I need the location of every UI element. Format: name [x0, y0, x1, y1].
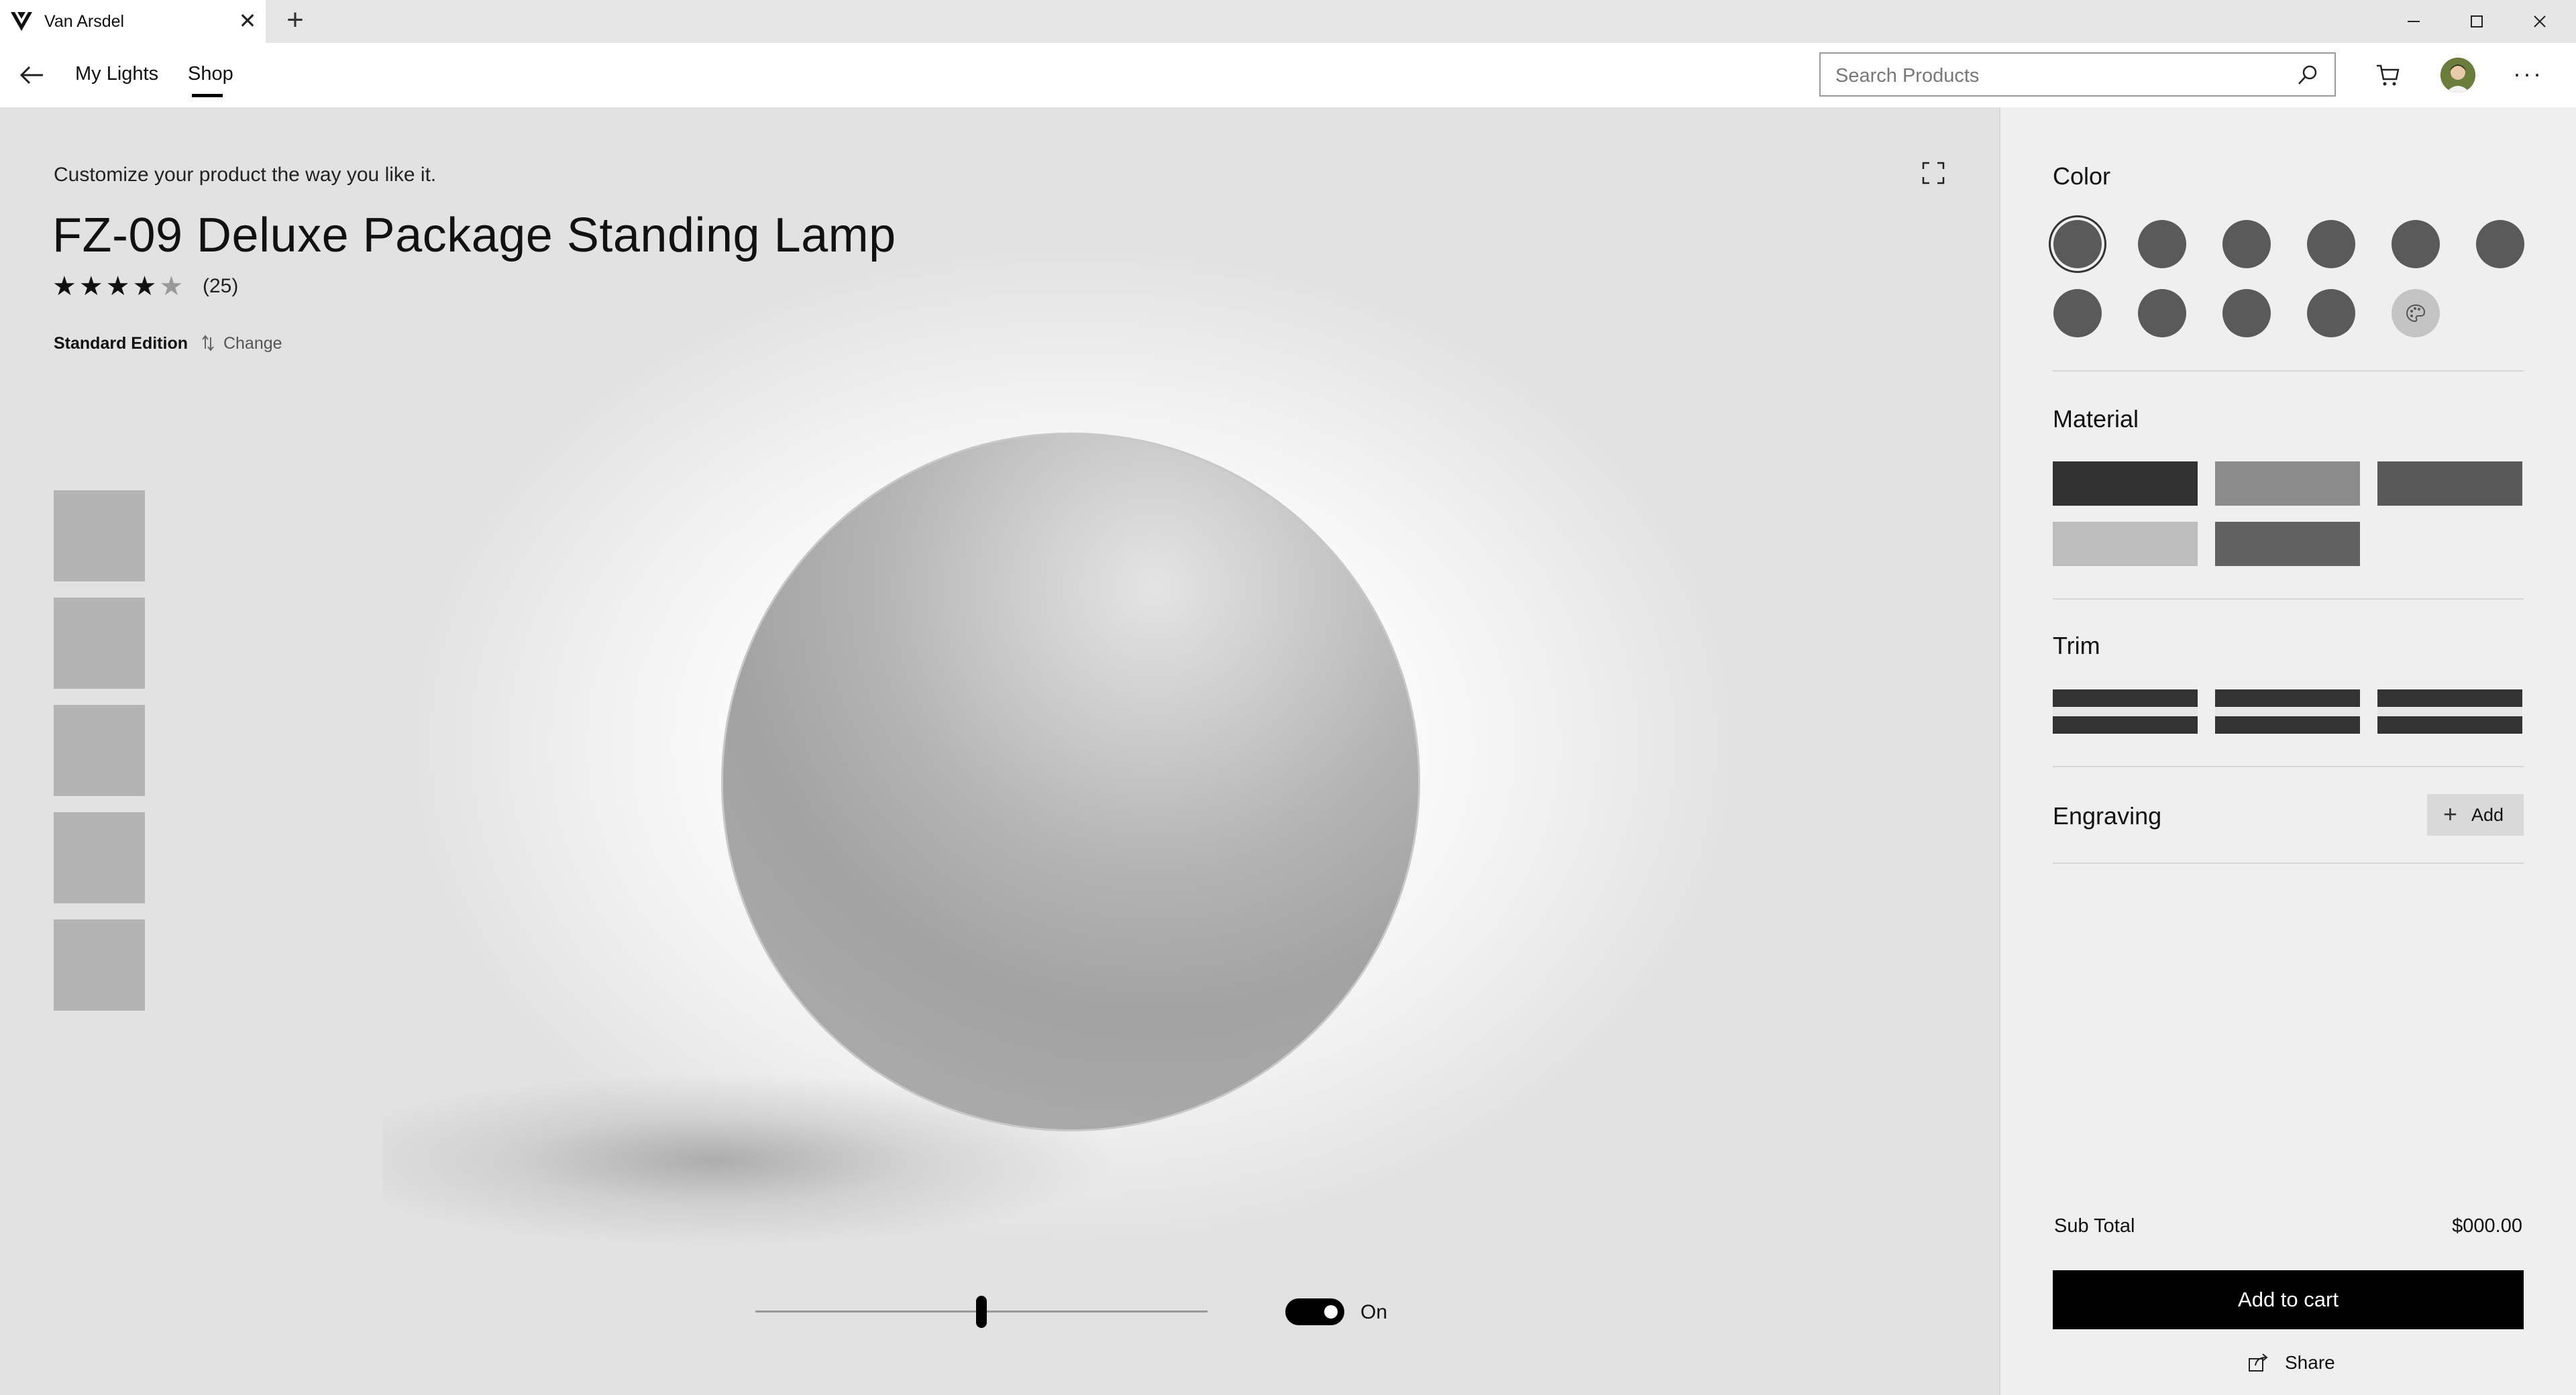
swap-icon: [202, 335, 214, 351]
change-label: Change: [223, 334, 282, 353]
add-engraving-label: Add: [2471, 805, 2504, 825]
thumbnail[interactable]: [54, 490, 145, 581]
product-3d-model[interactable]: [721, 433, 1420, 1131]
empty-star: ★: [159, 272, 186, 301]
section-divider: [2053, 766, 2524, 767]
color-swatch[interactable]: [2222, 220, 2271, 268]
edition-label: Standard Edition: [54, 334, 188, 353]
trim-option[interactable]: [2377, 689, 2522, 734]
filled-stars: ★★★★: [52, 272, 160, 301]
plus-icon: +: [2443, 800, 2458, 828]
trim-section-title: Trim: [2053, 632, 2100, 659]
toggle-knob: [1324, 1305, 1338, 1319]
tab-close-icon[interactable]: ✕: [236, 9, 259, 32]
browser-tab[interactable]: Van Arsdel ✕: [0, 0, 266, 43]
change-edition-button[interactable]: Change: [201, 334, 282, 353]
share-icon: [2249, 1353, 2268, 1372]
material-swatch[interactable]: [2053, 461, 2198, 506]
search-input[interactable]: Search Products: [1819, 52, 2336, 97]
color-swatch[interactable]: [2222, 289, 2271, 337]
maximize-icon: [2471, 15, 2483, 27]
close-window-button[interactable]: [2509, 0, 2571, 43]
color-swatch[interactable]: [2476, 220, 2524, 268]
rating-stars: ★★★★★: [52, 271, 186, 302]
thumbnail[interactable]: [54, 598, 145, 689]
user-avatar-icon: [2440, 58, 2475, 93]
cart-icon[interactable]: [2375, 62, 2402, 89]
engraving-section-title: Engraving: [2053, 802, 2162, 830]
van-arsdel-logo-icon: [11, 12, 32, 31]
subtotal-label: Sub Total: [2054, 1215, 2135, 1237]
thumbnail[interactable]: [54, 919, 145, 1011]
review-count: (25): [203, 275, 239, 297]
add-engraving-button[interactable]: + Add: [2427, 794, 2524, 836]
minimize-button[interactable]: [2383, 0, 2445, 43]
section-divider: [2053, 862, 2524, 864]
title-bar: Van Arsdel ✕ +: [0, 0, 2576, 43]
color-swatch[interactable]: [2392, 220, 2440, 268]
trim-option[interactable]: [2215, 689, 2360, 734]
material-swatch[interactable]: [2215, 461, 2360, 506]
color-swatch[interactable]: [2138, 289, 2186, 337]
color-swatch[interactable]: [2138, 220, 2186, 268]
product-title: FZ-09 Deluxe Package Standing Lamp: [52, 209, 896, 262]
back-arrow-icon[interactable]: [16, 59, 48, 91]
search-icon[interactable]: [2296, 63, 2320, 87]
section-divider: [2053, 598, 2524, 600]
custom-color-button[interactable]: [2392, 289, 2440, 337]
customization-panel: Color Material Trim Engraving + Add Sub …: [1999, 107, 2576, 1395]
share-label: Share: [2285, 1352, 2335, 1373]
page-subtitle: Customize your product the way you like …: [54, 164, 437, 186]
color-swatch[interactable]: [2307, 220, 2355, 268]
nav-my-lights[interactable]: My Lights: [75, 63, 158, 85]
subtotal-value: $000.00: [2452, 1215, 2522, 1237]
active-nav-indicator: [192, 94, 223, 97]
add-to-cart-button[interactable]: Add to cart: [2053, 1270, 2524, 1329]
close-icon: [2534, 15, 2546, 27]
new-tab-button[interactable]: +: [280, 5, 310, 36]
thumbnail[interactable]: [54, 812, 145, 903]
color-swatch[interactable]: [2053, 220, 2102, 268]
section-divider: [2053, 370, 2524, 372]
trim-option[interactable]: [2053, 689, 2198, 734]
material-swatch[interactable]: [2215, 522, 2360, 566]
power-toggle[interactable]: [1285, 1298, 1344, 1325]
power-toggle-label: On: [1360, 1301, 1388, 1323]
product-viewer: Customize your product the way you like …: [0, 107, 1999, 1395]
nav-shop[interactable]: Shop: [188, 63, 233, 85]
search-placeholder: Search Products: [1835, 65, 1980, 87]
thumbnail[interactable]: [54, 705, 145, 796]
material-swatch[interactable]: [2053, 522, 2198, 566]
tab-title: Van Arsdel: [44, 12, 125, 31]
minimize-icon: [2408, 21, 2420, 22]
color-swatch[interactable]: [2307, 289, 2355, 337]
fullscreen-icon[interactable]: [1921, 161, 1945, 185]
avatar[interactable]: [2440, 58, 2475, 93]
material-section-title: Material: [2053, 405, 2139, 433]
more-options-button[interactable]: ···: [2513, 62, 2543, 86]
color-section-title: Color: [2053, 162, 2111, 190]
material-swatch[interactable]: [2377, 461, 2522, 506]
maximize-button[interactable]: [2446, 0, 2508, 43]
brightness-slider-thumb[interactable]: [976, 1296, 987, 1328]
palette-icon: [2406, 304, 2426, 323]
color-swatch[interactable]: [2053, 289, 2102, 337]
